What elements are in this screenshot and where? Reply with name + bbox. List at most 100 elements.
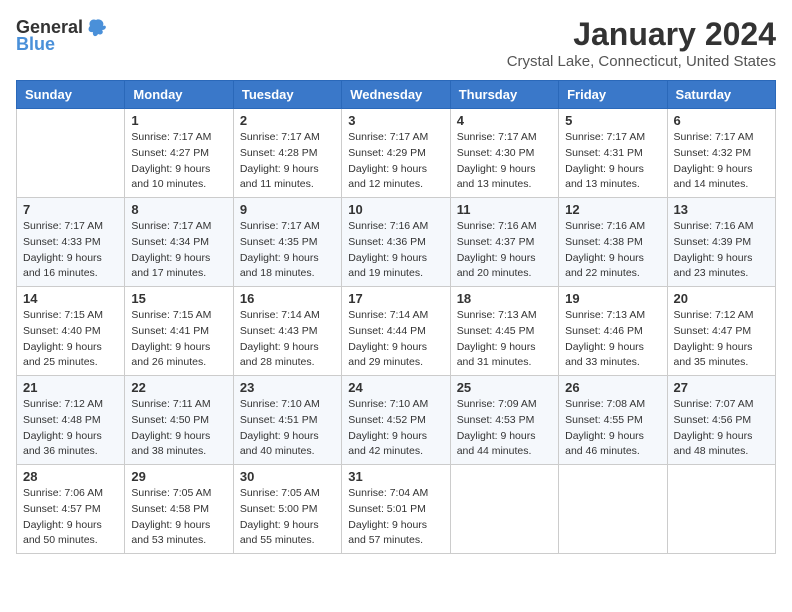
day-of-week-header: Thursday — [450, 81, 558, 109]
day-info: Sunrise: 7:05 AM Sunset: 4:58 PM Dayligh… — [131, 486, 226, 549]
day-of-week-header: Sunday — [17, 81, 125, 109]
day-number: 18 — [457, 291, 552, 306]
calendar-day-cell — [450, 465, 558, 554]
calendar-week-row: 14 Sunrise: 7:15 AM Sunset: 4:40 PM Dayli… — [17, 287, 776, 376]
day-info: Sunrise: 7:07 AM Sunset: 4:56 PM Dayligh… — [674, 397, 769, 460]
day-info: Sunrise: 7:15 AM Sunset: 4:40 PM Dayligh… — [23, 308, 118, 371]
calendar-day-cell: 10 Sunrise: 7:16 AM Sunset: 4:36 PM Dayli… — [342, 198, 450, 287]
day-info: Sunrise: 7:12 AM Sunset: 4:48 PM Dayligh… — [23, 397, 118, 460]
calendar-day-cell: 24 Sunrise: 7:10 AM Sunset: 4:52 PM Dayli… — [342, 376, 450, 465]
calendar-week-row: 7 Sunrise: 7:17 AM Sunset: 4:33 PM Daylig… — [17, 198, 776, 287]
calendar-table: SundayMondayTuesdayWednesdayThursdayFrid… — [16, 80, 776, 554]
day-info: Sunrise: 7:14 AM Sunset: 4:43 PM Dayligh… — [240, 308, 335, 371]
day-info: Sunrise: 7:17 AM Sunset: 4:30 PM Dayligh… — [457, 130, 552, 193]
day-number: 30 — [240, 469, 335, 484]
day-info: Sunrise: 7:09 AM Sunset: 4:53 PM Dayligh… — [457, 397, 552, 460]
day-number: 7 — [23, 202, 118, 217]
day-info: Sunrise: 7:06 AM Sunset: 4:57 PM Dayligh… — [23, 486, 118, 549]
day-number: 31 — [348, 469, 443, 484]
calendar-day-cell: 29 Sunrise: 7:05 AM Sunset: 4:58 PM Dayli… — [125, 465, 233, 554]
day-number: 14 — [23, 291, 118, 306]
calendar-day-cell: 28 Sunrise: 7:06 AM Sunset: 4:57 PM Dayli… — [17, 465, 125, 554]
page-header: General Blue January 2024 Crystal Lake, … — [16, 16, 776, 70]
calendar-day-cell: 15Sunrise: 7:15 AM Sunset: 4:41 PM Dayli… — [125, 287, 233, 376]
calendar-day-cell: 31 Sunrise: 7:04 AM Sunset: 5:01 PM Dayli… — [342, 465, 450, 554]
calendar-day-cell: 3Sunrise: 7:17 AM Sunset: 4:29 PM Daylig… — [342, 109, 450, 198]
calendar-day-cell: 17 Sunrise: 7:14 AM Sunset: 4:44 PM Dayli… — [342, 287, 450, 376]
day-info: Sunrise: 7:17 AM Sunset: 4:32 PM Dayligh… — [674, 130, 769, 193]
day-number: 9 — [240, 202, 335, 217]
calendar-day-cell: 18 Sunrise: 7:13 AM Sunset: 4:45 PM Dayli… — [450, 287, 558, 376]
day-number: 1 — [131, 113, 226, 128]
day-info: Sunrise: 7:17 AM Sunset: 4:29 PM Dayligh… — [348, 130, 443, 193]
calendar-week-row: 28 Sunrise: 7:06 AM Sunset: 4:57 PM Dayli… — [17, 465, 776, 554]
day-number: 6 — [674, 113, 769, 128]
day-info: Sunrise: 7:17 AM Sunset: 4:34 PM Dayligh… — [131, 219, 226, 282]
day-info: Sunrise: 7:16 AM Sunset: 4:36 PM Dayligh… — [348, 219, 443, 282]
day-info: Sunrise: 7:11 AM Sunset: 4:50 PM Dayligh… — [131, 397, 226, 460]
day-number: 17 — [348, 291, 443, 306]
day-info: Sunrise: 7:08 AM Sunset: 4:55 PM Dayligh… — [565, 397, 660, 460]
day-number: 15 — [131, 291, 226, 306]
calendar-day-cell: 30 Sunrise: 7:05 AM Sunset: 5:00 PM Dayli… — [233, 465, 341, 554]
day-number: 2 — [240, 113, 335, 128]
day-number: 21 — [23, 380, 118, 395]
calendar-day-cell — [559, 465, 667, 554]
day-info: Sunrise: 7:16 AM Sunset: 4:38 PM Dayligh… — [565, 219, 660, 282]
day-number: 27 — [674, 380, 769, 395]
day-info: Sunrise: 7:17 AM Sunset: 4:27 PM Dayligh… — [131, 130, 226, 193]
day-number: 25 — [457, 380, 552, 395]
day-info: Sunrise: 7:13 AM Sunset: 4:46 PM Dayligh… — [565, 308, 660, 371]
day-info: Sunrise: 7:17 AM Sunset: 4:33 PM Dayligh… — [23, 219, 118, 282]
day-number: 10 — [348, 202, 443, 217]
calendar-header-row: SundayMondayTuesdayWednesdayThursdayFrid… — [17, 81, 776, 109]
day-of-week-header: Saturday — [667, 81, 775, 109]
day-info: Sunrise: 7:16 AM Sunset: 4:39 PM Dayligh… — [674, 219, 769, 282]
calendar-day-cell: 5Sunrise: 7:17 AM Sunset: 4:31 PM Daylig… — [559, 109, 667, 198]
day-of-week-header: Tuesday — [233, 81, 341, 109]
day-info: Sunrise: 7:10 AM Sunset: 4:51 PM Dayligh… — [240, 397, 335, 460]
calendar-subtitle: Crystal Lake, Connecticut, United States — [507, 53, 776, 70]
calendar-day-cell: 11Sunrise: 7:16 AM Sunset: 4:37 PM Dayli… — [450, 198, 558, 287]
day-info: Sunrise: 7:10 AM Sunset: 4:52 PM Dayligh… — [348, 397, 443, 460]
calendar-day-cell: 16 Sunrise: 7:14 AM Sunset: 4:43 PM Dayli… — [233, 287, 341, 376]
calendar-week-row: 21 Sunrise: 7:12 AM Sunset: 4:48 PM Dayli… — [17, 376, 776, 465]
calendar-day-cell: 13 Sunrise: 7:16 AM Sunset: 4:39 PM Dayli… — [667, 198, 775, 287]
calendar-title: January 2024 — [507, 16, 776, 53]
day-number: 28 — [23, 469, 118, 484]
day-info: Sunrise: 7:12 AM Sunset: 4:47 PM Dayligh… — [674, 308, 769, 371]
calendar-day-cell: 22 Sunrise: 7:11 AM Sunset: 4:50 PM Dayli… — [125, 376, 233, 465]
day-info: Sunrise: 7:05 AM Sunset: 5:00 PM Dayligh… — [240, 486, 335, 549]
day-info: Sunrise: 7:17 AM Sunset: 4:31 PM Dayligh… — [565, 130, 660, 193]
calendar-day-cell: 27 Sunrise: 7:07 AM Sunset: 4:56 PM Dayli… — [667, 376, 775, 465]
day-number: 4 — [457, 113, 552, 128]
logo-bird-icon — [85, 16, 107, 38]
calendar-day-cell: 2Sunrise: 7:17 AM Sunset: 4:28 PM Daylig… — [233, 109, 341, 198]
calendar-day-cell: 19Sunrise: 7:13 AM Sunset: 4:46 PM Dayli… — [559, 287, 667, 376]
calendar-day-cell: 6 Sunrise: 7:17 AM Sunset: 4:32 PM Daylig… — [667, 109, 775, 198]
title-block: January 2024 Crystal Lake, Connecticut, … — [507, 16, 776, 70]
calendar-day-cell: 12 Sunrise: 7:16 AM Sunset: 4:38 PM Dayli… — [559, 198, 667, 287]
calendar-day-cell: 9 Sunrise: 7:17 AM Sunset: 4:35 PM Daylig… — [233, 198, 341, 287]
day-info: Sunrise: 7:14 AM Sunset: 4:44 PM Dayligh… — [348, 308, 443, 371]
day-info: Sunrise: 7:13 AM Sunset: 4:45 PM Dayligh… — [457, 308, 552, 371]
calendar-day-cell: 21 Sunrise: 7:12 AM Sunset: 4:48 PM Dayli… — [17, 376, 125, 465]
day-number: 24 — [348, 380, 443, 395]
day-number: 16 — [240, 291, 335, 306]
day-info: Sunrise: 7:17 AM Sunset: 4:35 PM Dayligh… — [240, 219, 335, 282]
calendar-day-cell: 20 Sunrise: 7:12 AM Sunset: 4:47 PM Dayli… — [667, 287, 775, 376]
logo: General Blue — [16, 16, 107, 55]
day-number: 29 — [131, 469, 226, 484]
calendar-day-cell: 14 Sunrise: 7:15 AM Sunset: 4:40 PM Dayli… — [17, 287, 125, 376]
day-number: 22 — [131, 380, 226, 395]
day-of-week-header: Monday — [125, 81, 233, 109]
calendar-day-cell: 1 Sunrise: 7:17 AM Sunset: 4:27 PM Daylig… — [125, 109, 233, 198]
day-number: 8 — [131, 202, 226, 217]
day-number: 12 — [565, 202, 660, 217]
day-of-week-header: Wednesday — [342, 81, 450, 109]
day-number: 11 — [457, 202, 552, 217]
day-info: Sunrise: 7:04 AM Sunset: 5:01 PM Dayligh… — [348, 486, 443, 549]
calendar-day-cell: 8 Sunrise: 7:17 AM Sunset: 4:34 PM Daylig… — [125, 198, 233, 287]
day-number: 13 — [674, 202, 769, 217]
day-number: 20 — [674, 291, 769, 306]
